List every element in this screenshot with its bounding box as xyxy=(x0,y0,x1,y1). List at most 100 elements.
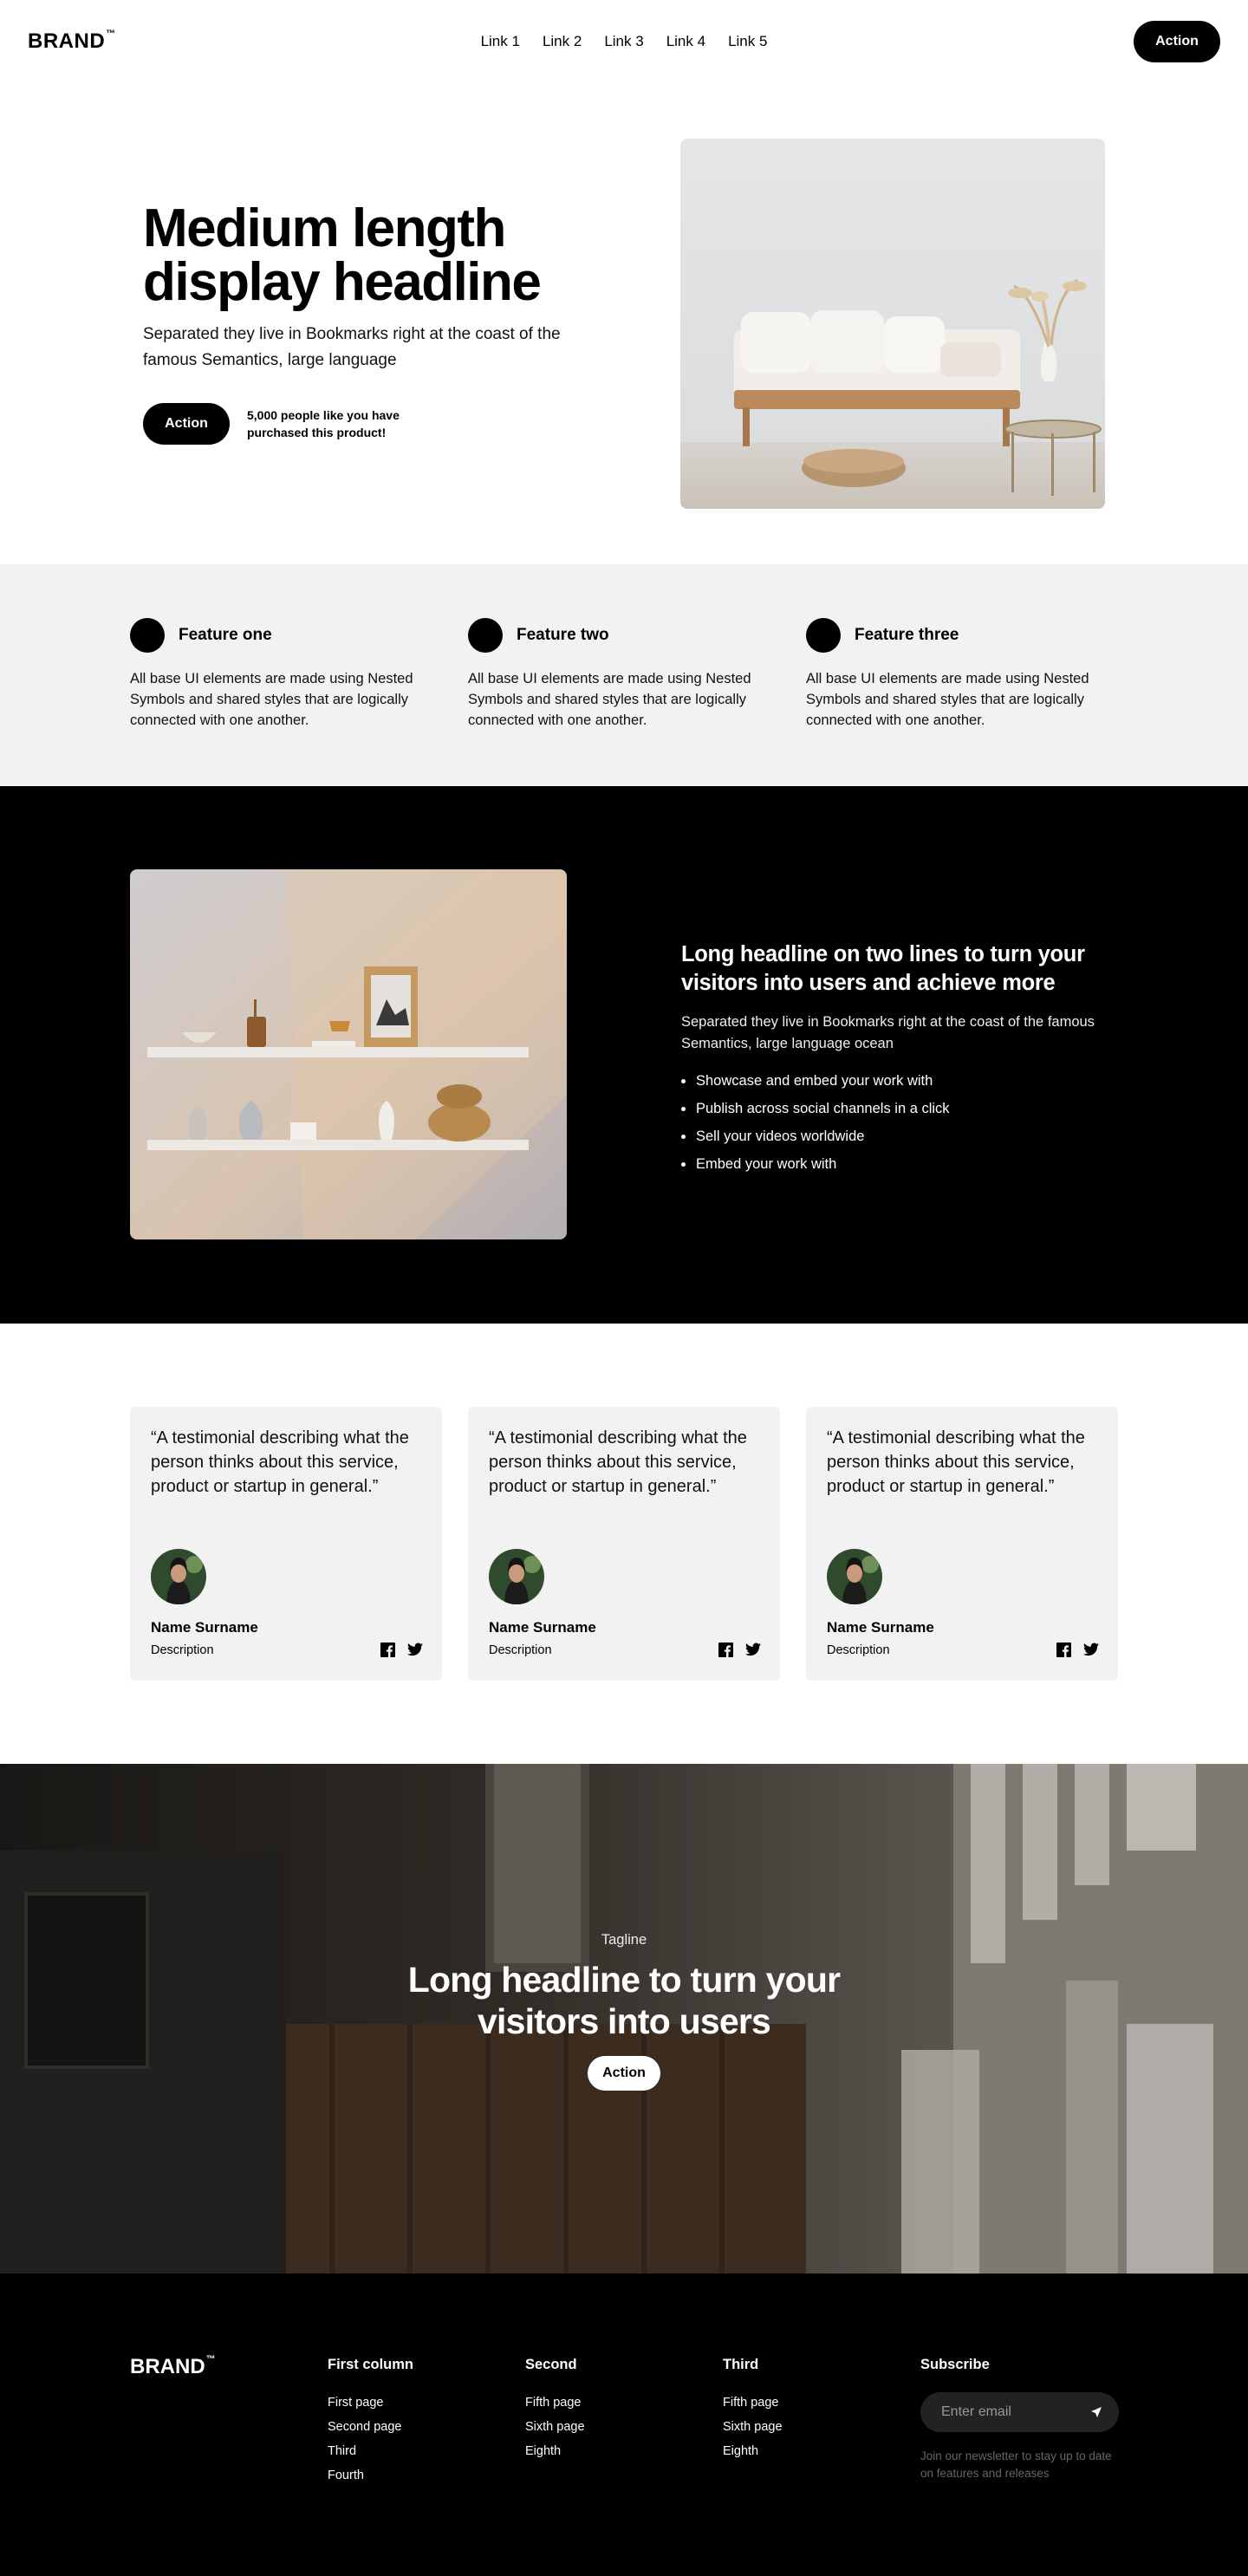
cta-headline: Long headline to turn your visitors into… xyxy=(407,1960,841,2041)
showcase-section: Long headline on two lines to turn your … xyxy=(0,786,1248,1324)
twitter-icon[interactable] xyxy=(1083,1643,1099,1657)
avatar xyxy=(489,1549,544,1604)
list-item: Sell your videos worldwide xyxy=(681,1122,1132,1150)
hero-sofa-image xyxy=(680,139,1105,509)
feature-header: Feature one xyxy=(130,618,442,653)
showcase-bullet-list: Showcase and embed your work with Publis… xyxy=(681,1067,1132,1178)
feature-circle-icon xyxy=(468,618,503,653)
feature-item: Feature one All base UI elements are mad… xyxy=(130,618,442,786)
footer-link[interactable]: Second page xyxy=(328,2415,413,2439)
avatar xyxy=(151,1549,206,1604)
social-links xyxy=(718,1643,761,1657)
features-section: Feature one All base UI elements are mad… xyxy=(0,564,1248,786)
feature-item: Feature three All base UI elements are m… xyxy=(806,618,1118,786)
twitter-icon[interactable] xyxy=(407,1643,423,1657)
feature-text: All base UI elements are made using Nest… xyxy=(806,671,1089,728)
footer-link[interactable]: Sixth page xyxy=(525,2415,585,2439)
twitter-icon[interactable] xyxy=(745,1643,761,1657)
send-icon[interactable] xyxy=(1086,2402,1107,2423)
footer-link[interactable]: Eighth xyxy=(723,2439,783,2463)
facebook-icon[interactable] xyxy=(1056,1643,1071,1657)
subscribe-block: Subscribe Join our newsletter to stay up… xyxy=(920,2357,1120,2482)
showcase-headline: Long headline on two lines to turn your … xyxy=(681,942,1085,995)
footer-column-second: Second Fifth page Sixth page Eighth xyxy=(525,2357,585,2463)
nav-link-5[interactable]: Link 5 xyxy=(728,33,767,50)
feature-header: Feature three xyxy=(806,618,1118,653)
footer-column-third: Third Fifth page Sixth page Eighth xyxy=(723,2357,783,2463)
footer-link[interactable]: First page xyxy=(328,2391,413,2415)
testimonial-name: Name Surname xyxy=(827,1619,934,1636)
nav-link-4[interactable]: Link 4 xyxy=(666,33,705,50)
testimonial-name: Name Surname xyxy=(151,1619,258,1636)
feature-text: All base UI elements are made using Nest… xyxy=(468,671,751,728)
feature-title: Feature three xyxy=(855,626,959,644)
footer-link[interactable]: Eighth xyxy=(525,2439,585,2463)
hero-subtitle: Separated they live in Bookmarks right a… xyxy=(143,325,561,369)
feature-header: Feature two xyxy=(468,618,780,653)
footer-link[interactable]: Sixth page xyxy=(723,2415,783,2439)
social-links xyxy=(1056,1643,1099,1657)
social-proof-text: 5,000 people like you have purchased thi… xyxy=(247,408,400,439)
footer-link[interactable]: Fourth xyxy=(328,2463,413,2488)
hero-cta: Action 5,000 people like you have purcha… xyxy=(143,403,594,445)
facebook-icon[interactable] xyxy=(718,1643,733,1657)
testimonial-quote: “A testimonial describing what the perso… xyxy=(827,1428,1085,1496)
testimonial-card: “A testimonial describing what the perso… xyxy=(468,1407,780,1681)
cta-action-button[interactable]: Action xyxy=(588,2056,660,2091)
testimonial-description: Description xyxy=(827,1643,890,1657)
showcase-text: Long headline on two lines to turn your … xyxy=(681,940,1132,1178)
hero-action-button[interactable]: Action xyxy=(143,403,230,445)
nav-link-2[interactable]: Link 2 xyxy=(543,33,582,50)
footer-column-title: Third xyxy=(723,2357,759,2372)
testimonial-card: “A testimonial describing what the perso… xyxy=(130,1407,442,1681)
feature-circle-icon xyxy=(130,618,165,653)
footer-link[interactable]: Fifth page xyxy=(525,2391,585,2415)
nav-link-1[interactable]: Link 1 xyxy=(481,33,520,50)
trademark-mark: ™ xyxy=(106,29,116,39)
feature-circle-icon xyxy=(806,618,841,653)
subscribe-note: Join our newsletter to stay up to date o… xyxy=(920,2449,1112,2480)
footer-column-title: First column xyxy=(328,2357,414,2372)
cta-content: Tagline Long headline to turn your visit… xyxy=(0,1932,1248,2091)
social-links xyxy=(380,1643,423,1657)
list-item: Showcase and embed your work with xyxy=(681,1067,1132,1095)
showcase-description: Separated they live in Bookmarks right a… xyxy=(681,1014,1095,1051)
cta-tagline: Tagline xyxy=(601,1932,647,1948)
hero-section: Medium length display headline Separated… xyxy=(0,83,1248,564)
footer-link[interactable]: Fifth page xyxy=(723,2391,783,2415)
feature-text: All base UI elements are made using Nest… xyxy=(130,671,413,728)
testimonial-quote: “A testimonial describing what the perso… xyxy=(489,1428,747,1496)
feature-title: Feature two xyxy=(517,626,609,644)
avatar xyxy=(827,1549,882,1604)
email-field-wrapper xyxy=(920,2392,1119,2432)
facebook-icon[interactable] xyxy=(380,1643,395,1657)
testimonial-quote: “A testimonial describing what the perso… xyxy=(151,1428,409,1496)
footer-brand-logo[interactable]: BRAND ™ xyxy=(130,2355,216,2379)
testimonial-name: Name Surname xyxy=(489,1619,596,1636)
shelves-image xyxy=(130,869,567,1239)
subscribe-title: Subscribe xyxy=(920,2357,990,2372)
feature-item: Feature two All base UI elements are mad… xyxy=(468,618,780,786)
testimonial-description: Description xyxy=(151,1643,214,1657)
footer-link[interactable]: Third xyxy=(328,2439,413,2463)
nav-link-3[interactable]: Link 3 xyxy=(604,33,643,50)
hero-headline: Medium length display headline xyxy=(143,198,542,312)
top-nav: BRAND ™ Link 1 Link 2 Link 3 Link 4 Link … xyxy=(0,0,1248,83)
testimonials-section: “A testimonial describing what the perso… xyxy=(0,1324,1248,1764)
brand-logo[interactable]: BRAND ™ xyxy=(28,29,116,54)
footer-brand-name: BRAND xyxy=(130,2355,205,2378)
list-item: Publish across social channels in a clic… xyxy=(681,1095,1132,1122)
list-item: Embed your work with xyxy=(681,1150,1132,1178)
brand-name: BRAND xyxy=(28,29,106,53)
cta-section: Tagline Long headline to turn your visit… xyxy=(0,1764,1248,2274)
nav-action-button[interactable]: Action xyxy=(1134,21,1220,62)
footer-column-first: First column First page Second page Thir… xyxy=(328,2357,413,2488)
footer: BRAND ™ First column First page Second pa… xyxy=(0,2274,1248,2576)
trademark-mark: ™ xyxy=(205,2354,216,2365)
testimonial-card: “A testimonial describing what the perso… xyxy=(806,1407,1118,1681)
footer-column-title: Second xyxy=(525,2357,577,2372)
testimonial-description: Description xyxy=(489,1643,552,1657)
feature-title: Feature one xyxy=(179,626,272,644)
email-input[interactable] xyxy=(941,2404,1086,2420)
nav-links: Link 1 Link 2 Link 3 Link 4 Link 5 xyxy=(481,33,768,50)
